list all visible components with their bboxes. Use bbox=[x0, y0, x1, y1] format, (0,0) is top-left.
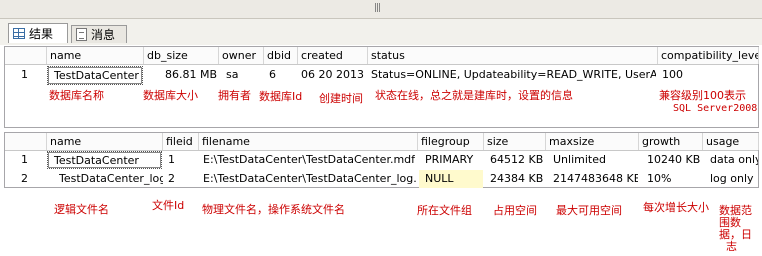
annotation-filename: 物理文件名，操作系统文件名 bbox=[202, 203, 345, 216]
cell-status[interactable]: Status=ONLINE, Updateability=READ_WRITE,… bbox=[371, 65, 656, 85]
cell-fileid[interactable]: 1 bbox=[168, 151, 194, 169]
cell-name[interactable]: TestDataCenter bbox=[47, 66, 143, 85]
annotation-size: 占用空间 bbox=[493, 204, 537, 217]
column-header-db-size[interactable]: db_size bbox=[144, 47, 219, 64]
annotation-name: 数据库名称 bbox=[49, 89, 104, 102]
row-number[interactable]: 1 bbox=[21, 151, 41, 169]
annotation-db-size: 数据库大小 bbox=[143, 89, 198, 102]
document-icon bbox=[76, 28, 87, 41]
annotation-created: 创建时间 bbox=[319, 92, 363, 105]
results-tabstrip: 结果 消息 bbox=[0, 19, 762, 45]
grid-icon bbox=[13, 28, 25, 39]
cell-compatibility-level[interactable]: 100 bbox=[662, 65, 702, 85]
cell-maxsize[interactable]: 2147483648 KB bbox=[553, 170, 638, 188]
annotation-compatibility-2: SQL Server2008 bbox=[673, 103, 758, 114]
row-number[interactable]: 2 bbox=[21, 170, 41, 188]
database-files-grid: name fileid filename filegroup size maxs… bbox=[4, 132, 759, 188]
cell-filename[interactable]: E:\TestDataCenter\TestDataCenter.mdf bbox=[203, 151, 415, 169]
cell-size[interactable]: 24384 KB bbox=[490, 170, 545, 188]
column-header-filename[interactable]: filename bbox=[199, 133, 418, 150]
cell-filename[interactable]: E:\TestDataCenter\TestDataCenter_log.ldf bbox=[203, 170, 417, 188]
tab-messages[interactable]: 消息 bbox=[71, 25, 127, 43]
table-row[interactable]: 2 TestDataCenter_log 2 E:\TestDataCenter… bbox=[5, 170, 758, 188]
annotation-status: 状态在线，总之就是建库时，设置的信息 bbox=[375, 89, 573, 102]
cell-filegroup[interactable]: PRIMARY bbox=[425, 151, 481, 169]
cell-fileid[interactable]: 2 bbox=[168, 170, 194, 188]
annotation-usage-4: 志 bbox=[726, 240, 737, 253]
grid-header-row: name fileid filename filegroup size maxs… bbox=[5, 133, 759, 151]
annotation-fileid: 文件Id bbox=[152, 199, 185, 212]
splitter-grip-icon[interactable]: ||| bbox=[374, 3, 381, 13]
column-header-status[interactable]: status bbox=[368, 47, 658, 64]
row-number-header bbox=[5, 47, 47, 64]
annotation-logical-name: 逻辑文件名 bbox=[54, 203, 109, 216]
table-row[interactable]: 1 TestDataCenter 1 E:\TestDataCenter\Tes… bbox=[5, 151, 758, 169]
cell-growth[interactable]: 10% bbox=[647, 170, 702, 188]
column-header-owner[interactable]: owner bbox=[219, 47, 264, 64]
annotation-maxsize: 最大可用空间 bbox=[556, 204, 622, 217]
annotation-compatibility-1: 兼容级别100表示 bbox=[659, 89, 746, 102]
cell-maxsize[interactable]: Unlimited bbox=[553, 151, 638, 169]
annotation-dbid: 数据库Id bbox=[259, 90, 303, 103]
cell-usage[interactable]: data only bbox=[710, 151, 758, 169]
tab-results[interactable]: 结果 bbox=[8, 23, 68, 43]
cell-owner[interactable]: sa bbox=[226, 65, 256, 85]
table-row[interactable]: 1 TestDataCenter 86.81 MB sa 6 06 20 201… bbox=[5, 65, 758, 85]
row-number[interactable]: 1 bbox=[21, 65, 41, 85]
column-header-compatibility-level[interactable]: compatibility_level bbox=[658, 47, 759, 64]
cell-growth[interactable]: 10240 KB bbox=[647, 151, 702, 169]
splitter-bar[interactable]: ||| bbox=[0, 0, 762, 19]
column-header-usage[interactable]: usage bbox=[703, 133, 759, 150]
column-header-created[interactable]: created bbox=[298, 47, 368, 64]
column-header-filegroup[interactable]: filegroup bbox=[418, 133, 484, 150]
tab-messages-label: 消息 bbox=[91, 28, 116, 42]
annotation-filegroup: 所在文件组 bbox=[417, 204, 472, 217]
cell-name[interactable]: TestDataCenter_log bbox=[59, 170, 163, 188]
column-header-dbid[interactable]: dbid bbox=[264, 47, 298, 64]
column-header-size[interactable]: size bbox=[484, 133, 546, 150]
cell-filegroup[interactable]: NULL bbox=[419, 170, 483, 188]
column-header-fileid[interactable]: fileid bbox=[163, 133, 199, 150]
database-info-grid: name db_size owner dbid created status c… bbox=[4, 46, 759, 128]
cell-usage[interactable]: log only bbox=[710, 170, 758, 188]
annotation-owner: 拥有者 bbox=[218, 89, 251, 102]
row-number-header bbox=[5, 133, 47, 150]
grid-header-row: name db_size owner dbid created status c… bbox=[5, 47, 759, 65]
cell-name[interactable]: TestDataCenter bbox=[47, 151, 162, 169]
cell-dbid[interactable]: 6 bbox=[269, 65, 289, 85]
cell-created[interactable]: 06 20 2013 bbox=[301, 65, 366, 85]
column-header-maxsize[interactable]: maxsize bbox=[546, 133, 639, 150]
column-header-name[interactable]: name bbox=[47, 133, 163, 150]
column-header-name[interactable]: name bbox=[47, 47, 144, 64]
column-header-growth[interactable]: growth bbox=[639, 133, 703, 150]
tab-results-label: 结果 bbox=[29, 27, 54, 41]
cell-db-size[interactable]: 86.81 MB bbox=[165, 65, 225, 85]
cell-size[interactable]: 64512 KB bbox=[490, 151, 545, 169]
annotation-growth: 每次增长大小 bbox=[643, 201, 709, 214]
